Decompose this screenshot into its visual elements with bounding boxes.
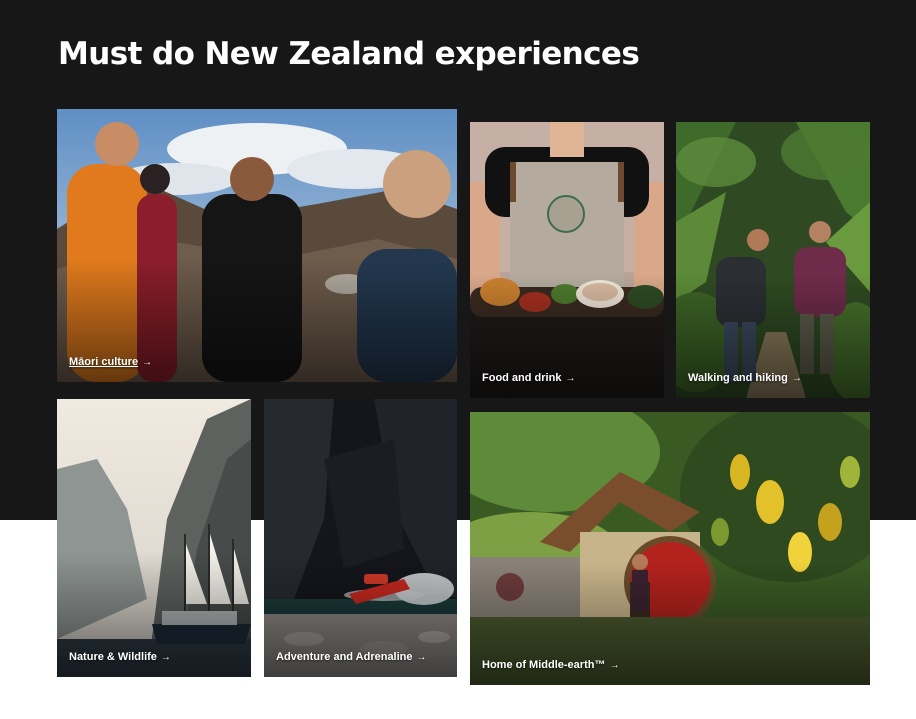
card-caption: Walking and hiking →	[688, 372, 802, 384]
card-nature-and-wildlife[interactable]: Nature & Wildlife →	[57, 399, 251, 677]
card-caption: Adventure and Adrenaline →	[276, 651, 427, 663]
card-label: Adventure and Adrenaline	[276, 651, 413, 663]
card-caption: Home of Middle-earth™ →	[482, 659, 619, 671]
card-label: Food and drink	[482, 372, 562, 384]
arrow-right-icon: →	[565, 372, 576, 384]
card-caption: Food and drink →	[482, 372, 575, 384]
card-walking-and-hiking[interactable]: Walking and hiking →	[676, 122, 870, 398]
arrow-right-icon: →	[609, 659, 620, 671]
card-home-of-middle-earth[interactable]: Home of Middle-earth™ →	[470, 412, 870, 685]
card-label: Walking and hiking	[688, 372, 788, 384]
arrow-right-icon: →	[142, 356, 153, 368]
card-food-and-drink[interactable]: Food and drink →	[470, 122, 664, 398]
arrow-right-icon: →	[160, 651, 171, 663]
card-label: Māori culture	[69, 356, 139, 368]
card-caption: Nature & Wildlife →	[69, 651, 171, 663]
card-caption: Māori culture →	[69, 356, 152, 368]
card-maori-culture[interactable]: Māori culture →	[57, 109, 457, 382]
card-label: Home of Middle-earth™	[482, 659, 606, 671]
card-label: Nature & Wildlife	[69, 651, 157, 663]
card-adventure-and-adrenaline[interactable]: Adventure and Adrenaline →	[264, 399, 457, 677]
page-title: Must do New Zealand experiences	[58, 36, 640, 72]
arrow-right-icon: →	[791, 372, 802, 384]
arrow-right-icon: →	[416, 651, 427, 663]
